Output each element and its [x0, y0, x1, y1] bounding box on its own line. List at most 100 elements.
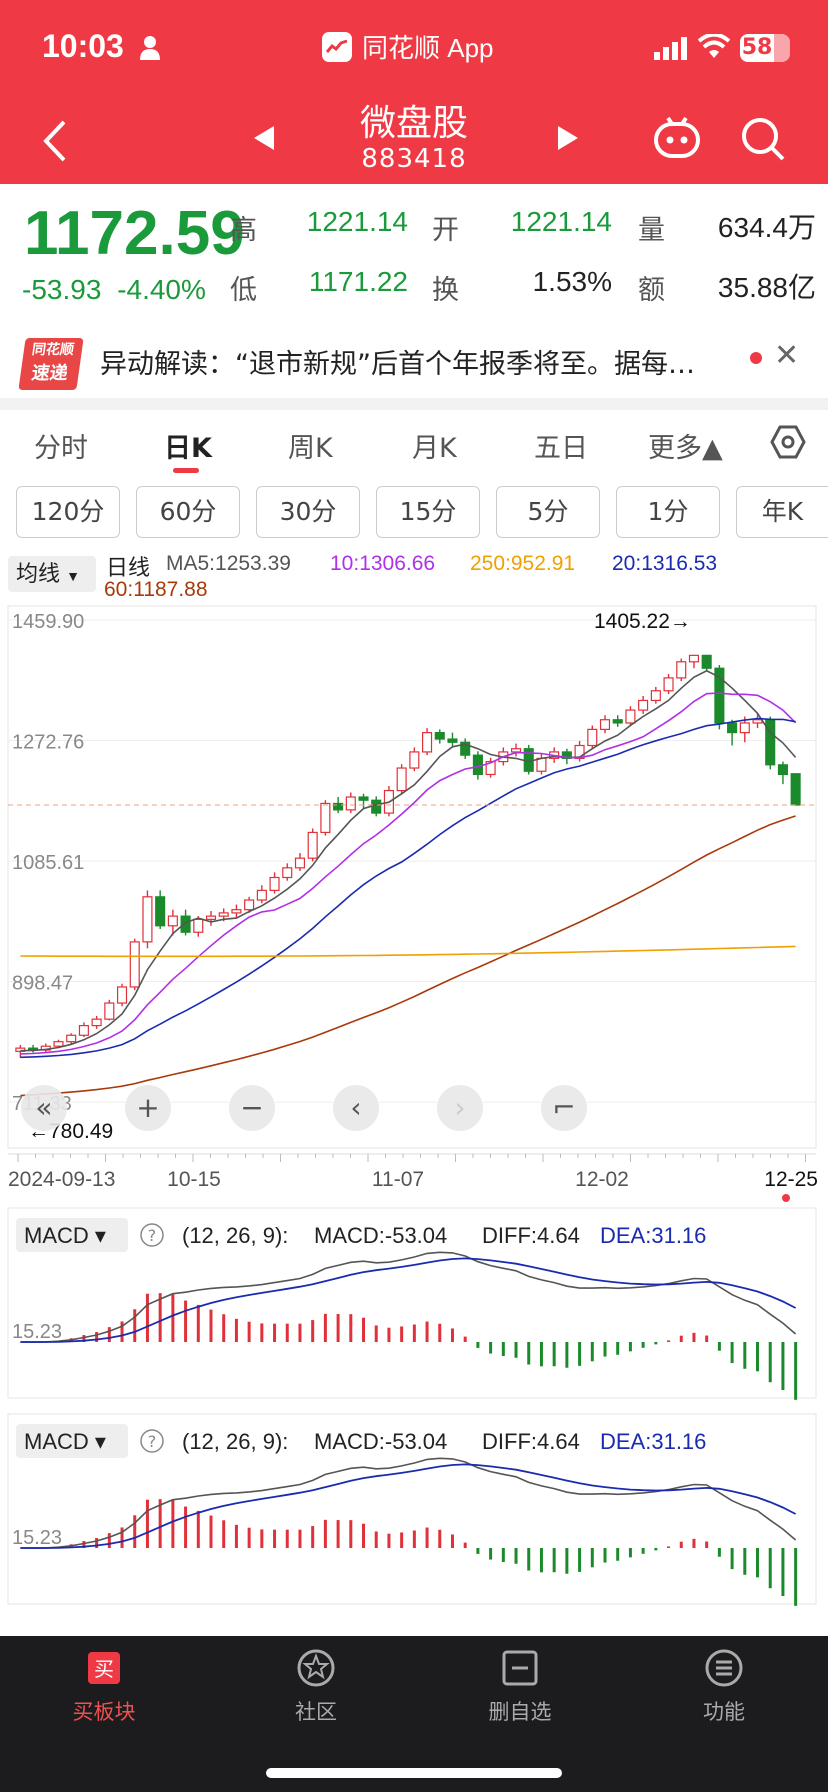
candle [180, 915, 191, 933]
candle [447, 738, 458, 743]
price-change: -53.93 -4.40% [22, 274, 206, 306]
macd-selector-label: MACD ▾ [24, 1429, 106, 1454]
stock-name: 微盘股 [359, 103, 468, 144]
candle [777, 764, 788, 776]
diff-value: DIFF:4.64 [482, 1429, 580, 1454]
tab-monthly-k[interactable]: 月K [412, 426, 457, 465]
candle [434, 732, 445, 740]
unread-dot [750, 352, 762, 364]
macd-zero-label: 15.23 [12, 1321, 62, 1343]
period-year-k[interactable]: 年K [736, 486, 828, 538]
dea-line [20, 1463, 797, 1549]
prev-stock-icon[interactable] [252, 124, 276, 152]
cell-signal-icon [654, 37, 687, 60]
change-amount: -53.93 [22, 274, 102, 305]
macd-value: MACD:-53.04 [314, 1429, 447, 1454]
high-value: 1221.14 [306, 206, 408, 237]
candle [358, 796, 369, 801]
y-tick-label: 1085.61 [12, 852, 84, 874]
diff-value: DIFF:4.64 [482, 1223, 580, 1248]
candle [66, 1034, 77, 1043]
scroll-right-icon-glyph: › [454, 1091, 465, 1124]
candle [752, 719, 763, 724]
menu-icon [705, 1649, 743, 1687]
back-icon[interactable] [40, 118, 70, 164]
candle [307, 831, 318, 859]
x-tick-label: 2024-09-13 [8, 1168, 115, 1191]
svg-text:买: 买 [94, 1657, 114, 1681]
candle [510, 748, 522, 753]
period-15min[interactable]: 15分 [376, 486, 480, 538]
turnover-value: 1.53% [532, 266, 612, 297]
next-stock-icon[interactable] [556, 124, 580, 152]
candle [142, 896, 153, 943]
candle [638, 699, 649, 711]
home-indicator [266, 1768, 562, 1778]
tab-weekly-k[interactable]: 周K [288, 426, 333, 465]
candle [612, 719, 623, 724]
candle [701, 654, 712, 669]
candle [205, 915, 217, 920]
news-ticker[interactable]: 同花顺 速递 异动解读：“退市新规”后首个年报季将至。据每… [0, 324, 828, 398]
macd-value: MACD:-53.04 [314, 1223, 447, 1248]
y-tick-label: 1272.76 [12, 731, 84, 753]
dea-value: DEA:31.16 [600, 1223, 706, 1248]
candle [104, 1002, 115, 1020]
divider [0, 398, 828, 410]
candle [422, 732, 433, 753]
candle [167, 915, 178, 927]
candle [53, 1041, 64, 1047]
search-icon[interactable] [740, 116, 786, 162]
period-5min[interactable]: 5分 [496, 486, 600, 538]
fullscreen-icon-glyph: ⌐ [552, 1091, 575, 1124]
candle [345, 796, 356, 811]
nav-remove-watchlist[interactable]: 删自选 [460, 1648, 580, 1726]
candle [472, 754, 483, 776]
settings-hex-icon[interactable] [770, 424, 806, 460]
tab-daily-k[interactable]: 日K [164, 426, 212, 465]
candle [688, 654, 700, 663]
max-price-label: 1405.22→ [594, 610, 691, 633]
nav-buy-sector[interactable]: 买 买板块 [44, 1648, 164, 1726]
volume-value: 634.4万 [717, 212, 816, 243]
candle [91, 1018, 102, 1027]
low-value: 1171.22 [308, 266, 408, 297]
y-tick-label: 1459.90 [12, 611, 84, 633]
close-icon[interactable]: ✕ [774, 338, 799, 373]
nav-functions[interactable]: 功能 [664, 1648, 784, 1726]
candle [129, 941, 140, 988]
candle [396, 767, 407, 792]
user-status-icon [140, 36, 160, 60]
turnover-label: 换 [432, 275, 459, 306]
news-text[interactable]: 异动解读：“退市新规”后首个年报季将至。据每… [100, 342, 740, 381]
app-name: 同花顺 App [362, 33, 494, 63]
low-label: 低 [230, 275, 257, 306]
macd-params: (12, 26, 9): [182, 1429, 288, 1454]
app-source-label[interactable]: 同花顺 App [322, 28, 494, 65]
ma10-value: 10:1306.66 [330, 552, 436, 575]
open-value: 1221.14 [510, 206, 612, 237]
nav-community[interactable]: 社区 [256, 1648, 376, 1726]
period-120min[interactable]: 120分 [16, 486, 120, 538]
remove-watch-icon [502, 1650, 538, 1686]
macd-zero-label: 15.23 [12, 1527, 62, 1549]
period-1min[interactable]: 1分 [616, 486, 720, 538]
tab-intraday[interactable]: 分时 [34, 426, 88, 465]
candle [116, 986, 128, 1004]
y-tick-label: 898.47 [12, 973, 73, 995]
period-60min[interactable]: 60分 [136, 486, 240, 538]
zoom-in-icon-glyph: + [136, 1091, 159, 1124]
app-logo-icon [322, 31, 352, 62]
assistant-robot-icon[interactable] [652, 116, 702, 160]
candle [294, 857, 306, 869]
candle [663, 677, 674, 692]
today-dot [782, 1194, 790, 1202]
kline-chart[interactable]: 1459.901272.761085.61898.47711.331405.22… [0, 600, 828, 1630]
ma-legend: 均线 ▼ 日线 MA5:1253.39 10:1306.66 250:952.9… [0, 548, 828, 608]
ma-selector[interactable]: 均线 ▼ [8, 556, 96, 592]
candle [625, 709, 636, 724]
tab-more[interactable]: 更多▲ [648, 426, 723, 465]
tab-five-day[interactable]: 五日 [534, 426, 588, 465]
period-30min[interactable]: 30分 [256, 486, 360, 538]
ma20-value: 20:1316.53 [612, 552, 718, 575]
